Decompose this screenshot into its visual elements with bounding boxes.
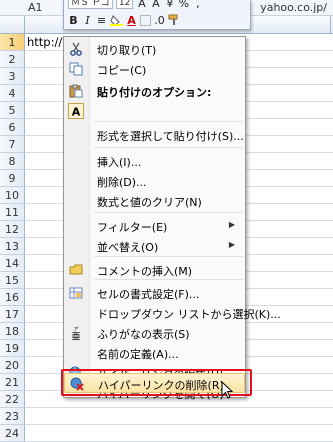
menu-separator: [94, 147, 243, 148]
copy-icon: [68, 61, 84, 77]
row-header[interactable]: 5: [0, 102, 25, 119]
menu-separator: [94, 279, 243, 280]
comma-button[interactable]: ,: [192, 0, 203, 10]
menu-copy[interactable]: コピー(C): [64, 59, 245, 79]
row-header[interactable]: 24: [0, 425, 25, 442]
font-color-button[interactable]: A: [126, 14, 137, 27]
shrink-font-icon[interactable]: A: [150, 0, 161, 10]
menu-insert[interactable]: 挿入(I)...: [64, 151, 245, 171]
bold-button[interactable]: B: [68, 14, 79, 27]
menu-item-label: ふりがなの表示(S): [97, 328, 190, 341]
menu-item-label: 削除(D)...: [97, 176, 147, 189]
font-size-field[interactable]: 12: [115, 0, 134, 9]
font-name-field[interactable]: ＭＳ Ｐゴ: [68, 0, 113, 9]
menu-cut[interactable]: 切り取り(T): [64, 39, 245, 59]
decrease-decimal-icon[interactable]: .0: [154, 14, 165, 27]
menu-item-label: セルの書式設定(F)...: [97, 288, 200, 301]
comment-icon: [68, 262, 84, 278]
row-header[interactable]: 12: [0, 221, 25, 238]
row-header[interactable]: 9: [0, 170, 25, 187]
submenu-arrow-icon: ▶: [228, 220, 235, 229]
row-header[interactable]: 13: [0, 238, 25, 255]
menu-show-furigana[interactable]: ア亜ふりがなの表示(S): [64, 323, 245, 343]
menu-separator: [94, 212, 243, 213]
row-header[interactable]: 19: [0, 340, 25, 357]
row-header[interactable]: 6: [0, 119, 25, 136]
row-header[interactable]: 23: [0, 408, 25, 425]
mini-toolbar: ＭＳ Ｐゴ 12 A A ¥ % , B I ≡ A .0: [63, 0, 251, 30]
menu-sort[interactable]: 並べ替え(O) ▶: [64, 236, 245, 256]
currency-icon[interactable]: ¥: [164, 0, 175, 10]
name-box[interactable]: A1: [28, 1, 43, 14]
format-cells-icon: [68, 285, 84, 301]
menu-item-label: ドロップダウン リストから選択(K)...: [97, 308, 281, 321]
menu-format-cells[interactable]: セルの書式設定(F)...: [64, 283, 245, 303]
menu-item-label: 切り取り(T): [97, 44, 157, 57]
align-button[interactable]: ≡: [96, 14, 107, 27]
select-all-corner[interactable]: [0, 16, 25, 34]
menu-separator: [94, 121, 243, 122]
scissors-icon: [68, 41, 84, 57]
row-header[interactable]: 16: [0, 289, 25, 306]
menu-item-label: 数式と値のクリア(N): [97, 196, 202, 209]
row-header[interactable]: 8: [0, 153, 25, 170]
menu-paste-special[interactable]: 形式を選択して貼り付け(S)...: [64, 125, 245, 145]
menu-item-label: 貼り付けのオプション:: [97, 86, 212, 99]
percent-button[interactable]: %: [178, 0, 189, 10]
menu-separator: [94, 256, 243, 257]
menu-item-label: 形式を選択して貼り付け(S)...: [97, 130, 244, 143]
menu-item-label: フィルター(E): [97, 221, 168, 234]
row-header[interactable]: 20: [0, 357, 25, 374]
menu-clear-contents[interactable]: 数式と値のクリア(N): [64, 191, 245, 211]
row-header[interactable]: 22: [0, 391, 25, 408]
context-menu: 切り取り(T) コピー(C) 貼り付けのオプション: AA 形式を選択して貼り付け(S)…: [63, 36, 281, 401]
furigana-icon: ア亜: [68, 325, 84, 341]
row-header[interactable]: 3: [0, 68, 25, 85]
fill-color-icon[interactable]: [110, 14, 123, 27]
row-header[interactable]: 15: [0, 272, 25, 289]
row-header[interactable]: 14: [0, 255, 25, 272]
row-header[interactable]: 11: [0, 204, 25, 221]
format-painter-icon[interactable]: [168, 14, 180, 27]
borders-icon[interactable]: [140, 14, 151, 27]
menu-paste-option-keep-text[interactable]: AA: [64, 101, 245, 121]
sheet-row[interactable]: 23: [0, 408, 333, 425]
menu-delete[interactable]: 削除(D)...: [64, 171, 245, 191]
sheet-row[interactable]: 24: [0, 425, 333, 442]
submenu-arrow-icon: ▶: [228, 240, 235, 249]
row-header[interactable]: 10: [0, 187, 25, 204]
row-header[interactable]: 17: [0, 306, 25, 323]
menu-item-label: コメントの挿入(M): [97, 265, 193, 278]
formula-input[interactable]: yahoo.co.jp/: [260, 1, 327, 14]
row-header[interactable]: 2: [0, 51, 25, 68]
svg-text:亜: 亜: [71, 332, 80, 341]
row-header[interactable]: 7: [0, 136, 25, 153]
svg-text:A: A: [72, 106, 81, 119]
menu-item-label: 並べ替え(O): [97, 241, 159, 254]
menu-item-label: 名前の定義(A)...: [97, 348, 179, 361]
row-header[interactable]: 4: [0, 85, 25, 102]
paste-option-icon: A: [68, 103, 84, 119]
menu-item-label: 挿入(I)...: [97, 156, 142, 169]
menu-pick-from-list[interactable]: ドロップダウン リストから選択(K)...: [64, 303, 281, 323]
row-header[interactable]: 21: [0, 374, 25, 391]
italic-button[interactable]: I: [82, 14, 93, 27]
menu-define-name[interactable]: 名前の定義(A)...: [64, 343, 245, 363]
grow-font-icon[interactable]: A: [136, 0, 147, 10]
row-header[interactable]: 18: [0, 323, 25, 340]
row-header[interactable]: 1: [0, 34, 25, 51]
menu-item-label: コピー(C): [97, 64, 147, 77]
menu-paste-options-header: 貼り付けのオプション:: [64, 81, 245, 101]
mouse-pointer-icon: [221, 381, 233, 399]
paste-icon: [68, 83, 84, 99]
menu-filter[interactable]: フィルター(E) ▶: [64, 216, 245, 236]
menu-insert-comment[interactable]: コメントの挿入(M): [64, 260, 245, 280]
